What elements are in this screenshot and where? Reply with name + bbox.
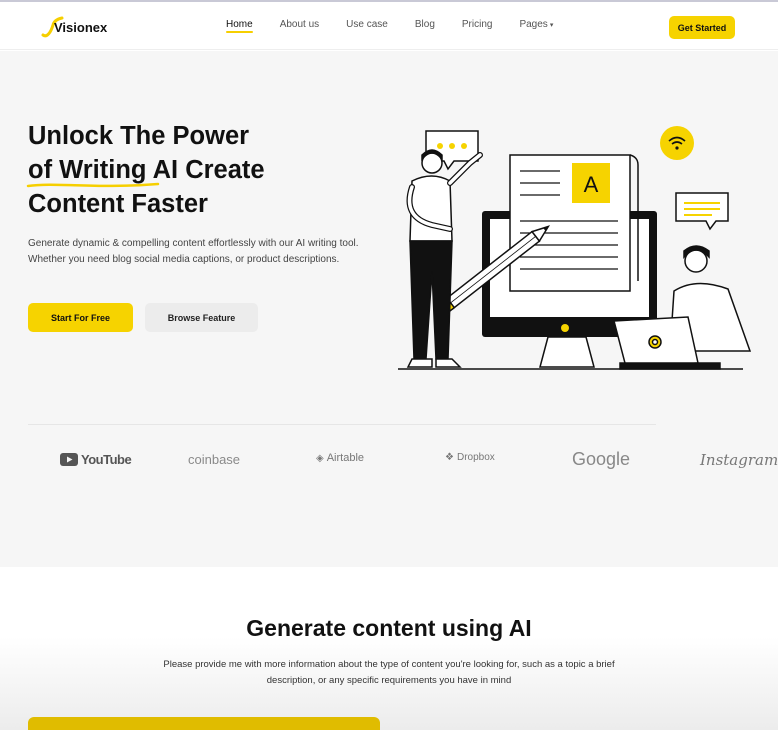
brand-youtube-label: YouTube xyxy=(81,452,132,467)
hero-section: Unlock The Power of Writing AI Create Co… xyxy=(0,51,778,567)
start-for-free-button[interactable]: Start For Free xyxy=(28,303,133,332)
wifi-icon xyxy=(660,126,694,160)
nav-link-about[interactable]: About us xyxy=(280,19,319,30)
logo[interactable]: Visionex xyxy=(40,14,107,40)
brand-airtable: ◈ Airtable xyxy=(316,452,364,464)
bubble-dot-3 xyxy=(461,143,467,149)
section-title: Generate content using AI xyxy=(246,615,532,641)
logo-text: Visionex xyxy=(54,19,108,35)
generate-content-section: Generate content using AI Please provide… xyxy=(0,567,778,730)
generate-card[interactable] xyxy=(28,717,380,730)
document-page xyxy=(509,154,631,292)
hero-description: Generate dynamic & compelling content ef… xyxy=(28,238,359,265)
brand-dropbox: ❖ Dropbox xyxy=(445,452,495,463)
bubble-dot-1 xyxy=(437,143,443,149)
hero-divider xyxy=(28,424,656,425)
nav-link-blog[interactable]: Blog xyxy=(415,19,435,30)
hero-illustration: A xyxy=(398,126,752,370)
chevron-down-icon: ▾ xyxy=(549,22,554,29)
hero-title: Unlock The Power of Writing AI Create Co… xyxy=(26,119,328,221)
nav-links: Home About us Use case Blog Pricing Page… xyxy=(226,19,580,33)
hero-title-line-2-rest: AI Create xyxy=(146,156,265,184)
wifi-dot-icon xyxy=(675,146,679,150)
nav-link-pages[interactable]: Pages ▾ xyxy=(519,19,553,30)
nav-link-pricing[interactable]: Pricing xyxy=(462,19,493,30)
hero-title-highlight: of Writing xyxy=(26,156,160,188)
bubble-dot-2 xyxy=(449,143,455,149)
nav-link-use-case[interactable]: Use case xyxy=(346,19,388,30)
underline-squiggle-icon xyxy=(26,182,160,188)
brand-instagram: Instagram xyxy=(700,451,778,469)
hero-title-line-1: Unlock The Power xyxy=(28,122,250,150)
dropbox-icon: ❖ xyxy=(445,452,454,463)
hero-title-line-3: Content Faster xyxy=(28,190,208,218)
standing-person xyxy=(406,149,483,368)
brand-google: Google xyxy=(572,449,631,469)
monitor-power-dot xyxy=(561,324,569,332)
brand-coinbase: coinbase xyxy=(188,452,241,467)
brand-youtube: YouTube xyxy=(60,452,132,467)
nav-link-pages-label: Pages xyxy=(519,19,548,30)
section-description: Please provide me with more information … xyxy=(163,659,615,686)
brand-airtable-label: Airtable xyxy=(326,452,364,464)
top-navbar: Visionex Home About us Use case Blog Pri… xyxy=(0,0,778,50)
get-started-button[interactable]: Get Started xyxy=(669,16,735,39)
youtube-play-icon xyxy=(60,453,78,466)
nav-link-home[interactable]: Home xyxy=(226,19,253,33)
airtable-icon: ◈ xyxy=(316,452,324,464)
hero-title-line-2: of Writing AI Create xyxy=(26,153,328,188)
brand-dropbox-label: Dropbox xyxy=(456,452,495,463)
message-bubble-icon xyxy=(675,192,729,231)
letter-a-text: A xyxy=(584,172,599,197)
monitor-stand xyxy=(539,336,595,368)
browse-feature-button[interactable]: Browse Feature xyxy=(145,303,258,332)
